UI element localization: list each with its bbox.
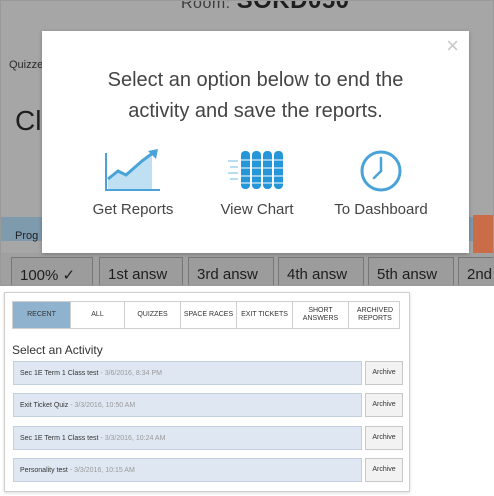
- activity-name: Exit Ticket Quiz: [20, 402, 69, 409]
- activity-date: - 3/3/2016, 10:15 AM: [69, 467, 135, 474]
- modal-message: Select an option below to end the activi…: [52, 65, 459, 127]
- answer-cell-5th: 5th answ: [368, 257, 454, 285]
- close-icon[interactable]: ×: [446, 35, 459, 57]
- activity-row[interactable]: Exit Ticket Quiz - 3/3/2016, 10:50 AM Ar…: [13, 393, 403, 417]
- view-chart-button[interactable]: View Chart: [197, 149, 317, 218]
- room-label: Room:: [181, 0, 231, 12]
- room-code-value: SOKD050: [236, 0, 350, 14]
- background-progress-label: Prog: [15, 230, 39, 242]
- activity-item[interactable]: Sec 1E Term 1 Class test - 3/6/2016, 8:3…: [13, 361, 362, 385]
- archive-button[interactable]: Archive: [365, 393, 403, 417]
- activity-date: - 3/3/2016, 10:24 AM: [100, 435, 166, 442]
- activity-date: - 3/3/2016, 10:50 AM: [70, 402, 136, 409]
- tab-exit-tickets[interactable]: EXIT TICKETS: [237, 302, 293, 328]
- tab-space-races[interactable]: SPACE RACES: [181, 302, 237, 328]
- archive-button[interactable]: Archive: [365, 361, 403, 385]
- get-reports-button[interactable]: Get Reports: [73, 149, 193, 218]
- answer-cell-4th: 4th answ: [278, 257, 364, 285]
- activity-list-panel: RECENT ALL QUIZZES SPACE RACES EXIT TICK…: [4, 292, 410, 492]
- to-dashboard-button[interactable]: To Dashboard: [321, 149, 441, 218]
- activity-date: - 3/6/2016, 8:34 PM: [100, 370, 162, 377]
- activity-item[interactable]: Sec 1E Term 1 Class test - 3/3/2016, 10:…: [13, 426, 362, 450]
- room-code: Room: SOKD050: [181, 0, 350, 15]
- tab-all[interactable]: ALL: [71, 302, 125, 328]
- answer-cell-2nd: 2nd: [458, 257, 493, 285]
- answer-cell-100: 100% ✓: [11, 257, 93, 285]
- tab-recent[interactable]: RECENT: [13, 302, 71, 328]
- modal-message-line-1: Select an option below to end the: [107, 69, 404, 91]
- activity-name: Sec 1E Term 1 Class test: [20, 435, 99, 442]
- end-activity-screen: Room: SOKD050 Quizze Cla Prog 100% ✓ 1st …: [0, 0, 494, 286]
- end-activity-modal: × Select an option below to end the acti…: [42, 31, 469, 253]
- clock-icon: [360, 150, 402, 192]
- answer-cell-3rd: 3rd answ: [188, 257, 274, 285]
- line-chart-icon: [105, 149, 160, 191]
- activity-row[interactable]: Sec 1E Term 1 Class test - 3/3/2016, 10:…: [13, 426, 403, 450]
- to-dashboard-label: To Dashboard: [334, 201, 428, 218]
- activity-item[interactable]: Personality test - 3/3/2016, 10:15 AM: [13, 458, 362, 482]
- tab-quizzes[interactable]: QUIZZES: [125, 302, 181, 328]
- activity-row[interactable]: Personality test - 3/3/2016, 10:15 AM Ar…: [13, 458, 403, 482]
- activity-row[interactable]: Sec 1E Term 1 Class test - 3/6/2016, 8:3…: [13, 361, 403, 385]
- activity-item[interactable]: Exit Ticket Quiz - 3/3/2016, 10:50 AM: [13, 393, 362, 417]
- background-quizzes-tab: Quizze: [9, 59, 44, 71]
- bar-chart-icon: [228, 151, 284, 189]
- activity-name: Sec 1E Term 1 Class test: [20, 370, 99, 377]
- answer-cell-1st: 1st answ: [99, 257, 183, 285]
- archive-button[interactable]: Archive: [365, 426, 403, 450]
- tab-short-answers[interactable]: SHORT ANSWERS: [293, 302, 349, 328]
- archive-button[interactable]: Archive: [365, 458, 403, 482]
- tab-archived-reports[interactable]: ARCHIVED REPORTS: [349, 302, 401, 328]
- background-accent-block: [473, 215, 493, 255]
- select-activity-heading: Select an Activity: [12, 343, 103, 357]
- get-reports-label: Get Reports: [92, 201, 174, 218]
- activity-tab-bar: RECENT ALL QUIZZES SPACE RACES EXIT TICK…: [12, 301, 400, 329]
- modal-message-line-2: activity and save the reports.: [128, 100, 383, 122]
- activity-name: Personality test: [20, 467, 68, 474]
- view-chart-label: View Chart: [220, 201, 294, 218]
